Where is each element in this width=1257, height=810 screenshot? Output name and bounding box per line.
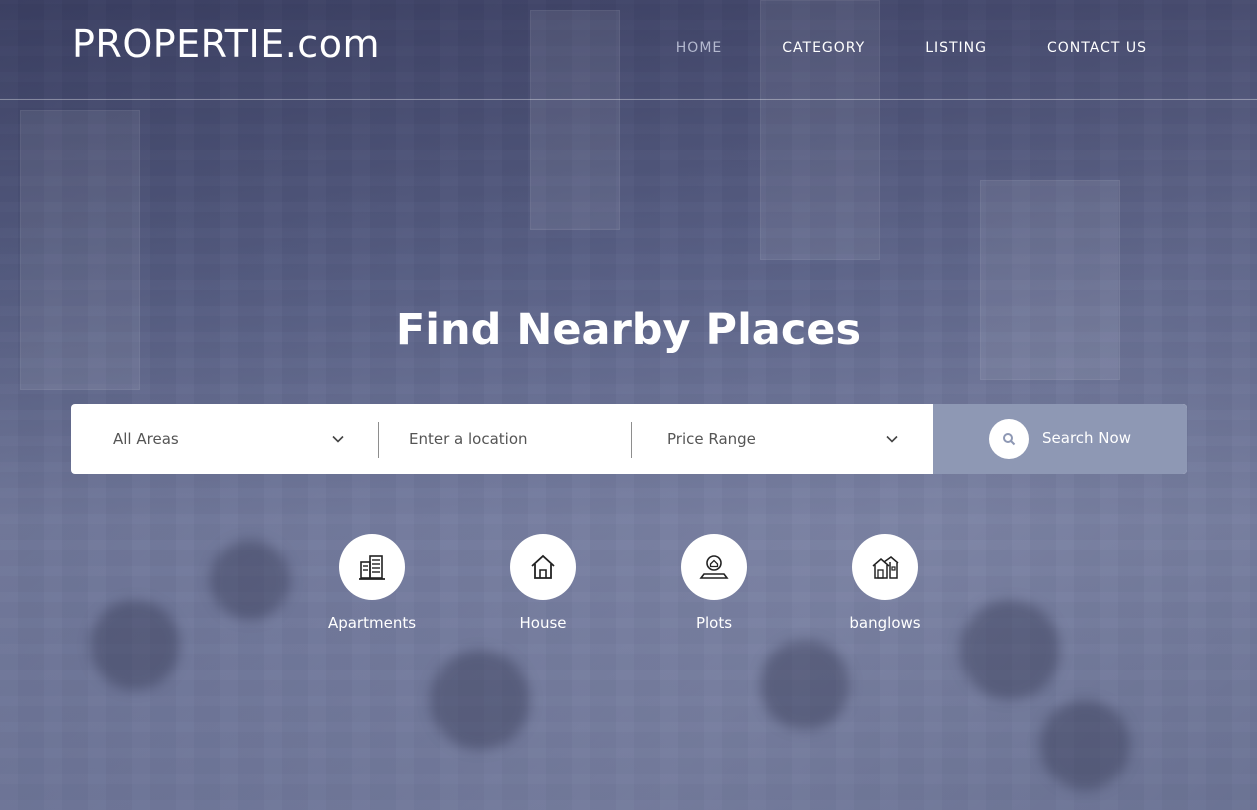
category-label: Apartments — [327, 614, 417, 632]
bg-crowd — [90, 600, 180, 690]
nav-contact-us[interactable]: CONTACT US — [1047, 40, 1147, 56]
search-icon-circle — [989, 419, 1029, 459]
search-bar: All Areas Enter a location Price Range S… — [71, 404, 1187, 474]
area-select[interactable]: All Areas — [113, 404, 345, 474]
search-now-label: Search Now — [1042, 429, 1131, 447]
chevron-down-icon — [886, 435, 898, 443]
category-house[interactable]: House — [483, 534, 603, 632]
price-range-select[interactable]: Price Range — [667, 404, 899, 474]
bg-crowd — [760, 640, 850, 730]
category-icon-circle — [681, 534, 747, 600]
location-input-placeholder: Enter a location — [409, 430, 528, 448]
nav-home[interactable]: HOME — [676, 40, 722, 56]
location-input[interactable]: Enter a location — [409, 404, 631, 474]
apartments-icon — [359, 555, 385, 580]
nav-category[interactable]: CATEGORY — [782, 40, 865, 56]
chevron-down-icon — [332, 435, 344, 443]
category-apartments[interactable]: Apartments — [312, 534, 432, 632]
bg-crowd — [430, 650, 530, 750]
search-icon — [1003, 433, 1016, 446]
area-select-value: All Areas — [113, 430, 179, 448]
house-icon — [531, 554, 555, 579]
category-label: banglows — [849, 614, 921, 632]
site-header: PROPERTIE.com HOME CATEGORY LISTING CONT… — [0, 0, 1257, 100]
price-range-value: Price Range — [667, 430, 756, 448]
bungalow-icon — [872, 556, 899, 579]
bg-crowd — [960, 600, 1060, 700]
bg-crowd — [210, 540, 290, 620]
search-now-button[interactable]: Search Now — [933, 404, 1187, 474]
main-nav: HOME CATEGORY LISTING CONTACT US — [616, 40, 1147, 56]
category-icon-circle — [852, 534, 918, 600]
category-label: House — [519, 614, 567, 632]
hero-title: Find Nearby Places — [395, 305, 862, 355]
bg-crowd — [1040, 700, 1130, 790]
category-icon-circle — [339, 534, 405, 600]
site-logo[interactable]: PROPERTIE.com — [72, 22, 380, 66]
field-divider — [631, 422, 632, 458]
category-plots[interactable]: Plots — [654, 534, 774, 632]
nav-listing[interactable]: LISTING — [925, 40, 987, 56]
category-icon-circle — [510, 534, 576, 600]
field-divider — [378, 422, 379, 458]
category-banglows[interactable]: banglows — [825, 534, 945, 632]
plots-icon — [699, 555, 729, 579]
category-label: Plots — [695, 614, 733, 632]
